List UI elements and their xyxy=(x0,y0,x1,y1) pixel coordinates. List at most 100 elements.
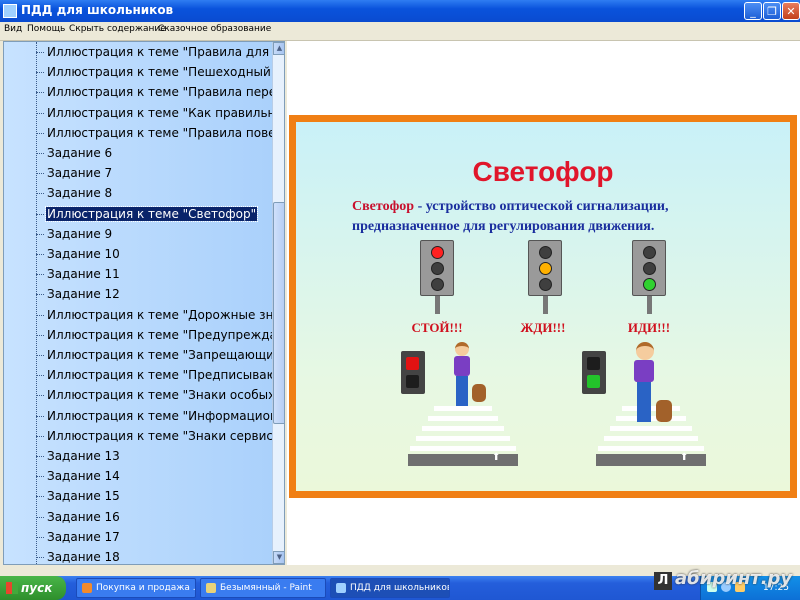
tree-item[interactable]: Иллюстрация к теме "Предписывающие знаки… xyxy=(4,366,274,385)
crosswalk-left: ⬆ xyxy=(408,404,518,466)
tree-branch xyxy=(36,92,44,94)
scroll-thumb[interactable] xyxy=(273,202,284,424)
tree-branch xyxy=(36,536,44,538)
windows-logo-icon xyxy=(6,582,18,594)
tree-item-label: Задание 7 xyxy=(47,166,113,181)
tree-item[interactable]: Иллюстрация к теме "Правила поведения" xyxy=(4,124,274,143)
tree-item-label: Иллюстрация к теме "Как правильно перехо… xyxy=(47,105,274,120)
taskbar-item-label: Покупка и продажа ... xyxy=(96,583,196,593)
tree-item[interactable]: Задание 13 xyxy=(4,447,274,466)
label-wait: ЖДИ!!! xyxy=(520,320,566,335)
tree-item[interactable]: Иллюстрация к теме "Информационные знаки… xyxy=(4,407,274,426)
tree-item[interactable]: Задание 17 xyxy=(4,528,274,547)
desc-line1: - устройство оптической сигнализации, xyxy=(414,199,669,214)
child-head xyxy=(636,342,654,360)
tree-item[interactable]: Задание 15 xyxy=(4,487,274,506)
tree-item[interactable]: Иллюстрация к теме "Запрещающие знаки" xyxy=(4,346,274,365)
tree-branch xyxy=(36,254,44,255)
road xyxy=(596,454,706,466)
crosswalk-stripe xyxy=(416,436,510,441)
browser-icon xyxy=(82,583,92,593)
pedestrian-light-green xyxy=(582,351,606,394)
tree-item-label: Иллюстрация к теме "Правила для пешеходо… xyxy=(47,45,274,59)
tree-branch xyxy=(36,476,44,478)
tree-item[interactable]: Иллюстрация к теме "Знаки сервиса" xyxy=(4,427,274,446)
start-label: пуск xyxy=(21,581,53,595)
taskbar-item[interactable]: Покупка и продажа ... xyxy=(76,578,196,598)
tree-branch xyxy=(36,52,44,53)
tree-item-label: Иллюстрация к теме "Запрещающие знаки" xyxy=(47,348,274,362)
crosswalk-stripe xyxy=(410,446,516,451)
child-standing-illustration xyxy=(446,342,486,412)
taskbar-item-active[interactable]: ПДД для школьников xyxy=(330,578,450,598)
tree-item[interactable]: Иллюстрация к теме "Светофор" xyxy=(4,205,274,224)
restore-button[interactable]: ❐ xyxy=(763,2,781,20)
menu-bar: Вид Помощь Скрыть содержание Сказочное о… xyxy=(0,22,800,41)
menu-help[interactable]: Помощь xyxy=(27,24,65,34)
tree-item[interactable]: Задание 9 xyxy=(4,225,274,244)
tree-item[interactable]: Иллюстрация к теме "Дорожные знаки" xyxy=(4,306,274,325)
tree-item-label: Задание 18 xyxy=(47,550,120,564)
tree-branch xyxy=(36,112,44,114)
tree-branch xyxy=(36,274,44,276)
tree-item[interactable]: Задание 14 xyxy=(4,467,274,486)
label-go: ИДИ!!! xyxy=(627,320,671,335)
desc-term: Светофор xyxy=(352,199,415,214)
taskbar-item[interactable]: Безымянный - Paint xyxy=(200,578,326,598)
yellow-lamp-off xyxy=(643,262,656,275)
scroll-down-button[interactable]: ▼ xyxy=(273,551,284,564)
tree-item-label: Иллюстрация к теме "Предупреждающие знак… xyxy=(47,327,274,342)
tree-item-label: Иллюстрация к теме "Предписывающие знаки… xyxy=(47,368,274,383)
tree-item[interactable]: Иллюстрация к теме "Пешеходный переход" xyxy=(4,63,274,82)
close-button[interactable]: ✕ xyxy=(782,2,800,20)
tree-branch xyxy=(36,355,44,356)
window-titlebar[interactable]: ПДД для школьников _ ❐ ✕ xyxy=(0,0,800,22)
tree-item[interactable]: Иллюстрация к теме "Правила перехода" xyxy=(4,83,274,102)
tree-item[interactable]: Иллюстрация к теме "Предупреждающие знак… xyxy=(4,326,274,345)
tree-item[interactable]: Иллюстрация к теме "Правила для пешеходо… xyxy=(4,43,274,62)
slide-title: Светофор xyxy=(472,156,614,187)
tree-item-label: Иллюстрация к теме "Правила перехода" xyxy=(47,85,274,100)
menu-view[interactable]: Вид xyxy=(4,24,22,34)
tree-item[interactable]: Задание 16 xyxy=(4,508,274,527)
menu-hide-contents[interactable]: Скрыть содержание xyxy=(69,24,166,34)
slide-description: Светофор - устройство оптической сигнали… xyxy=(352,197,669,237)
child-jeans xyxy=(456,376,468,406)
green-lamp-off xyxy=(539,278,552,291)
child-head xyxy=(455,342,469,356)
app-icon xyxy=(336,583,346,593)
tree-item[interactable]: Задание 8 xyxy=(4,184,274,203)
paint-icon xyxy=(206,583,216,593)
crosswalk-stripe xyxy=(598,446,704,451)
minimize-button[interactable]: _ xyxy=(744,2,762,20)
tree-item-label: Задание 10 xyxy=(47,247,120,261)
tree-item[interactable]: Задание 18 xyxy=(4,548,274,564)
tree-branch xyxy=(36,294,44,296)
tree-item[interactable]: Иллюстрация к теме "Как правильно перехо… xyxy=(4,104,274,123)
crosswalk-stripe xyxy=(604,436,698,441)
menu-fairytale-education[interactable]: Сказочное образование xyxy=(158,24,271,34)
start-button[interactable]: пуск xyxy=(0,576,66,600)
label-stop: СТОЙ!!! xyxy=(411,320,463,335)
tree-item[interactable]: Задание 12 xyxy=(4,285,274,304)
tree-item[interactable]: Задание 11 xyxy=(4,265,274,284)
tree-item-label: Задание 9 xyxy=(47,226,113,241)
watermark-logo: Лабиринт.ру xyxy=(654,568,792,590)
tree-item[interactable]: Задание 7 xyxy=(4,164,274,183)
tree-item-label: Задание 12 xyxy=(47,287,120,302)
red-lamp-off xyxy=(643,246,656,259)
app-icon xyxy=(3,4,17,18)
tree-item[interactable]: Иллюстрация к теме "Знаки особых предпис… xyxy=(4,386,274,405)
tree-item[interactable]: Задание 6 xyxy=(4,144,274,163)
tree-item[interactable]: Задание 10 xyxy=(4,245,274,264)
scroll-up-button[interactable]: ▲ xyxy=(273,42,284,55)
tree-branch xyxy=(36,456,44,457)
pedestrian-go-lamp-off xyxy=(406,375,419,388)
watermark-icon: Л xyxy=(654,572,672,590)
taskbar-item-label: ПДД для школьников xyxy=(350,583,450,593)
taskbar-item-label: Безымянный - Paint xyxy=(220,583,312,593)
vertical-scrollbar[interactable]: ▲ ▼ xyxy=(272,42,284,564)
tree-branch xyxy=(36,314,44,316)
contents-tree[interactable]: Иллюстрация к теме "Правила для пешеходо… xyxy=(3,41,285,565)
yellow-lamp xyxy=(539,262,552,275)
